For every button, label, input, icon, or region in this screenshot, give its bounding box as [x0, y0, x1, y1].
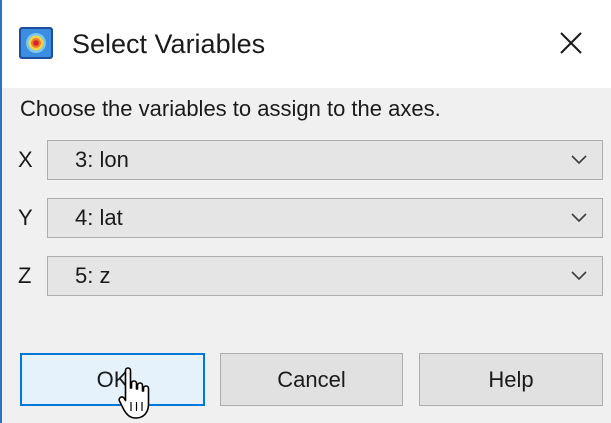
instructions-text: Choose the variables to assign to the ax…: [20, 96, 441, 121]
select-variables-dialog: Select Variables Choose the variables to…: [0, 0, 611, 423]
app-logo-icon: [19, 27, 53, 59]
chevron-down-icon: [571, 271, 587, 281]
axis-label-x: X: [18, 147, 33, 172]
y-axis-select[interactable]: 4: lat: [47, 198, 603, 238]
chevron-down-icon: [571, 213, 587, 223]
dialog-title: Select Variables: [72, 29, 266, 59]
axis-label-y: Y: [18, 205, 33, 230]
close-icon[interactable]: [550, 26, 590, 62]
x-axis-select[interactable]: 3: lon: [47, 140, 603, 180]
chevron-down-icon: [571, 155, 587, 165]
z-axis-select[interactable]: 5: z: [47, 256, 603, 296]
title-bar[interactable]: Select Variables: [2, 0, 611, 88]
axis-label-z: Z: [18, 263, 32, 288]
y-axis-selected-value: 4: lat: [75, 205, 123, 230]
cancel-button[interactable]: Cancel: [220, 353, 403, 406]
help-button[interactable]: Help: [419, 353, 603, 406]
x-axis-selected-value: 3: lon: [75, 147, 129, 172]
ok-button[interactable]: OK: [20, 353, 205, 406]
z-axis-selected-value: 5: z: [75, 263, 111, 288]
